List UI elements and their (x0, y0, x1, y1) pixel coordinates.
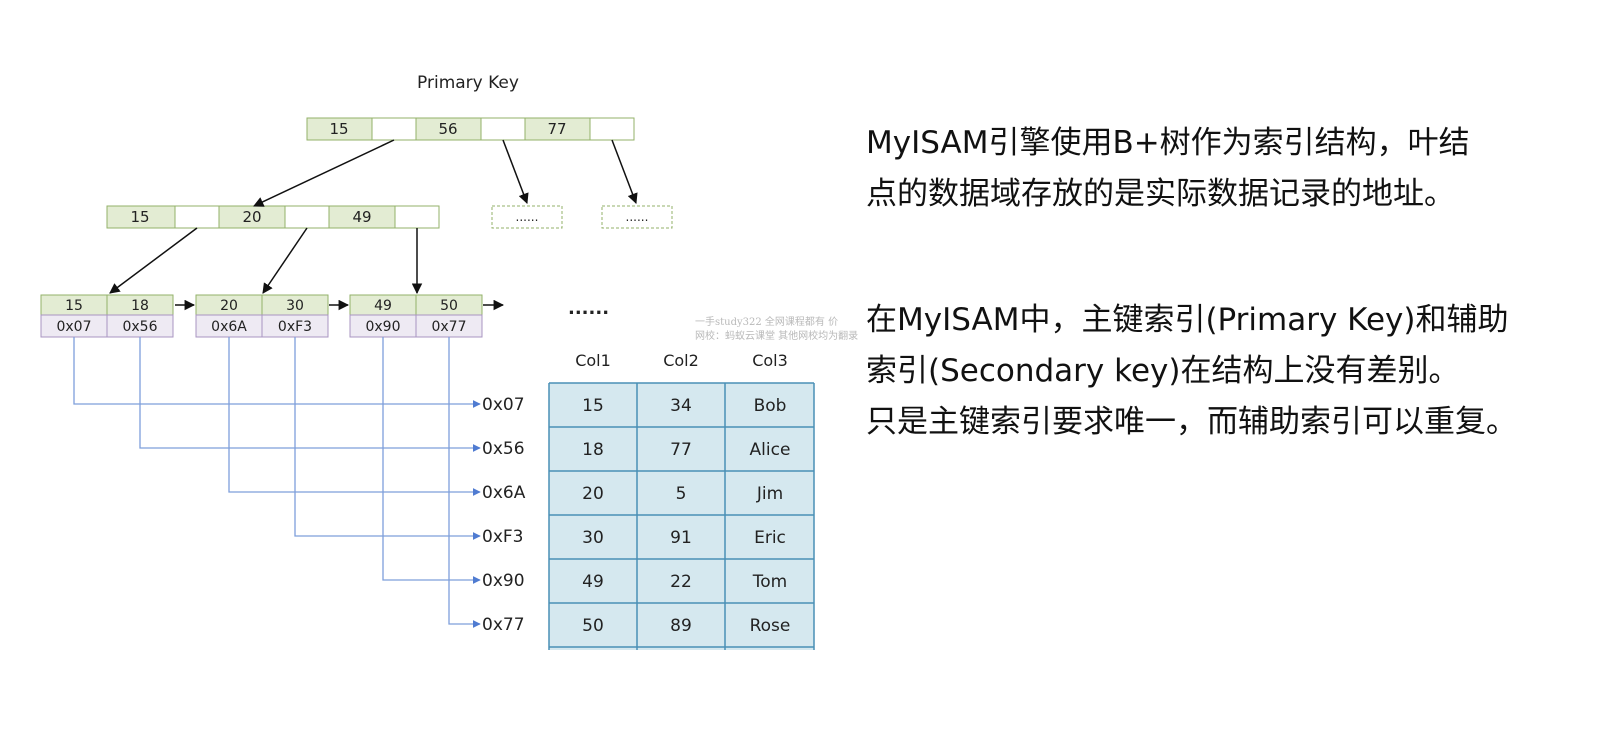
leaf-key: 18 (131, 298, 149, 314)
column-header: Col2 (663, 351, 699, 370)
root-key: 56 (438, 120, 457, 138)
record-address: 0x90 (482, 571, 525, 591)
table-cell: 20 (582, 484, 604, 504)
leaf-address: 0x6A (211, 319, 247, 335)
description-line: 只是主键索引要求唯一，而辅助索引可以重复。 (866, 404, 1517, 440)
root-key: 15 (329, 120, 348, 138)
internal-key: 49 (352, 208, 371, 226)
leaf-address: 0x07 (56, 319, 91, 335)
leaf-key: 49 (374, 298, 392, 314)
leaf-address: 0xF3 (278, 319, 312, 335)
myisam-btree-diagram: Primary Key 15 56 77 15 20 49 ...... ...… (40, 73, 815, 650)
internal-key: 15 (130, 208, 149, 226)
table-cell: 15 (582, 396, 604, 416)
leaf-address: 0x77 (431, 319, 466, 335)
watermark-line: 一手study322 全网课程都有 价 (695, 317, 839, 328)
placeholder-node: ...... (601, 205, 673, 229)
table-cell: 77 (670, 440, 692, 460)
description-line: 索引(Secondary key)在结构上没有差别。 (866, 353, 1460, 389)
table-cell: 50 (582, 616, 604, 636)
column-header: Col1 (575, 351, 611, 370)
table-cell: Tom (752, 572, 787, 592)
leaf-address: 0x90 (365, 319, 400, 335)
leaf-key: 50 (440, 298, 458, 314)
table-header: Col1 Col2 Col3 (575, 351, 788, 370)
root-node: 15 56 77 (306, 117, 635, 141)
svg-text:......: ...... (516, 210, 539, 224)
diagram-title: Primary Key (417, 73, 519, 93)
internal-key: 20 (242, 208, 261, 226)
internal-node: 15 20 49 (106, 205, 440, 229)
leaf-node: 15 18 0x07 0x56 (40, 294, 174, 338)
record-address: 0x77 (482, 615, 525, 635)
leaf-node: 49 50 0x90 0x77 (349, 294, 483, 338)
watermark-line: 网校：蚂蚁云课堂 其他网校均为翻录 (695, 331, 859, 342)
address-pointer-lines (73, 337, 481, 628)
description-line: 点的数据域存放的是实际数据记录的地址。 (866, 176, 1455, 212)
leaf-key: 15 (65, 298, 83, 314)
leaf-key: 30 (286, 298, 304, 314)
description-line: MyISAM引擎使用B+树作为索引结构，叶结 (866, 125, 1470, 161)
record-address: 0x56 (482, 439, 525, 459)
more-leaves-ellipsis: ...... (568, 298, 609, 319)
description-paragraph-2: 在MyISAM中，主键索引(Primary Key)和辅助 索引(Seconda… (866, 295, 1517, 448)
leaf-address: 0x56 (122, 319, 157, 335)
table-cell: 18 (582, 440, 604, 460)
table-cell: Eric (754, 528, 786, 548)
leaf-node: 20 30 0x6A 0xF3 (195, 294, 329, 338)
svg-text:......: ...... (626, 210, 649, 224)
data-table: Col1 Col2 Col3 15 34 Bob 18 77 Alice 20 … (548, 351, 815, 650)
table-cell: Jim (756, 484, 783, 504)
table-cell: 91 (670, 528, 692, 548)
watermark: 一手study322 全网课程都有 价 网校：蚂蚁云课堂 其他网校均为翻录 (695, 316, 858, 344)
table-cell: 89 (670, 616, 692, 636)
table-cell: 34 (670, 396, 692, 416)
table-cell: 49 (582, 572, 604, 592)
leaf-key: 20 (220, 298, 238, 314)
table-cell: 5 (676, 484, 687, 504)
table-cell: 22 (670, 572, 692, 592)
table-cell: Rose (750, 616, 791, 636)
placeholder-node: ...... (491, 205, 563, 229)
record-address: 0x07 (482, 395, 525, 415)
record-address-labels: 0x07 0x56 0x6A 0xF3 0x90 0x77 (482, 395, 526, 635)
description-line: 在MyISAM中，主键索引(Primary Key)和辅助 (866, 302, 1509, 338)
table-cell: Bob (754, 396, 787, 416)
table-cell: 30 (582, 528, 604, 548)
record-address: 0xF3 (482, 527, 523, 547)
description-paragraph-1: MyISAM引擎使用B+树作为索引结构，叶结 点的数据域存放的是实际数据记录的地… (866, 118, 1470, 220)
root-key: 77 (547, 120, 566, 138)
table-cell: Alice (750, 440, 791, 460)
record-address: 0x6A (482, 483, 526, 503)
column-header: Col3 (752, 351, 788, 370)
